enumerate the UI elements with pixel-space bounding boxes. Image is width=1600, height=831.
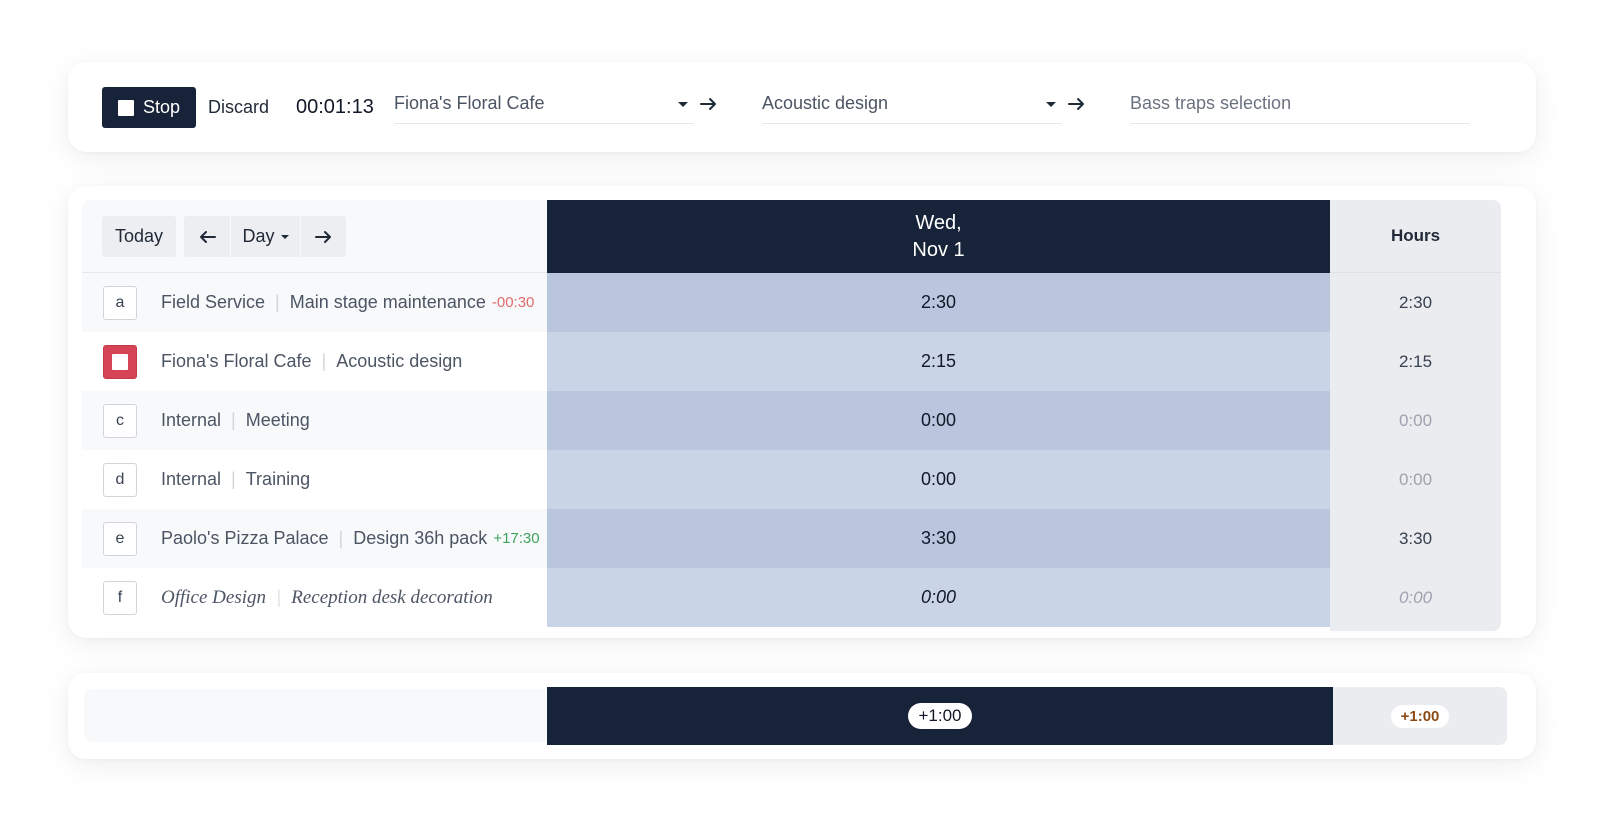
row-total: 0:00 (1398, 410, 1433, 430)
row-total: 0:00 (1398, 469, 1433, 489)
arrow-right-icon (1064, 86, 1090, 122)
elapsed-time: 00:01:13 (296, 96, 374, 118)
hours-column: Hours 2:30 2:15 0:00 0:00 3:30 0:00 (1330, 200, 1501, 631)
task-input[interactable]: Bass traps selection (1130, 84, 1470, 124)
today-button[interactable]: Today (102, 216, 176, 257)
day-header-weekday: Wed, (915, 211, 962, 234)
entry-project: Acoustic design (336, 351, 463, 371)
grand-total: +1:00 (1333, 687, 1507, 745)
hours-header: Hours (1330, 200, 1501, 273)
stop-timer-button[interactable] (103, 344, 137, 379)
entry-row: c Internal | Meeting (82, 391, 547, 450)
entry-client: Internal (161, 469, 222, 489)
day-total: +1:00 (547, 687, 1333, 745)
day-cell[interactable]: 0:00 (547, 450, 1330, 509)
day-cell[interactable]: 2:30 (547, 273, 1330, 332)
caret-down-icon (1046, 102, 1056, 107)
navigation-bar: Today Day (82, 200, 547, 273)
next-button[interactable] (301, 216, 346, 257)
entry-project: Meeting (245, 410, 310, 430)
divider: | (275, 292, 280, 312)
arrow-left-icon (200, 230, 216, 243)
entry-row: Fiona's Floral Cafe | Acoustic design (82, 332, 547, 391)
divider: | (338, 528, 344, 548)
start-timer-button[interactable]: a (103, 285, 137, 320)
row-total: 0:00 (1398, 587, 1433, 607)
view-select[interactable]: Day (231, 216, 300, 257)
entry-row: e Paolo's Pizza Palace | Design 36h pack… (82, 509, 547, 568)
client-select[interactable]: Fiona's Floral Cafe (394, 84, 694, 124)
day-cell[interactable]: 3:30 (547, 509, 1330, 568)
entry-project: Main stage maintenance (289, 292, 486, 312)
arrow-right-icon (696, 86, 722, 122)
entry-label: Field Service | Main stage maintenance -… (161, 292, 534, 313)
footer-spacer (84, 689, 547, 742)
entry-client: Paolo's Pizza Palace (161, 528, 329, 548)
day-cell[interactable]: 0:00 (547, 568, 1330, 627)
task-input-placeholder: Bass traps selection (1130, 93, 1292, 113)
project-select[interactable]: Acoustic design (762, 84, 1062, 124)
start-timer-button[interactable]: f (103, 580, 137, 615)
divider: | (321, 351, 327, 371)
entry-project: Design 36h pack (353, 528, 488, 548)
stop-icon (112, 353, 128, 370)
day-header: Wed, Nov 1 (547, 200, 1330, 273)
previous-button[interactable] (184, 216, 230, 257)
entry-label: Office Design | Reception desk decoratio… (161, 587, 493, 609)
view-select-label: Day (242, 226, 275, 246)
divider: | (276, 586, 282, 608)
stop-label: Stop (142, 97, 181, 117)
entry-label: Internal | Training (161, 469, 310, 490)
start-timer-button[interactable]: e (103, 521, 137, 556)
budget-badge: +17:30 (493, 530, 540, 547)
start-timer-button[interactable]: d (103, 462, 137, 497)
entry-row: f Office Design | Reception desk decorat… (82, 568, 547, 627)
row-total: 3:30 (1398, 528, 1433, 548)
stop-icon (117, 99, 134, 116)
row-total: 2:15 (1398, 351, 1433, 371)
day-cell[interactable]: 2:15 (547, 332, 1330, 391)
day-column: Wed, Nov 1 2:30 2:15 0:00 0:00 3:30 0:00 (547, 200, 1330, 631)
timer-bar: Stop Discard 00:01:13 Fiona's Floral Caf… (68, 62, 1536, 152)
arrow-right-icon (314, 230, 331, 243)
entries-column: Today Day a Field Service | Main stage m… (82, 200, 547, 631)
entry-label: Paolo's Pizza Palace | Design 36h pack +… (161, 528, 540, 549)
day-total-badge: +1:00 (908, 703, 972, 729)
divider: | (231, 469, 236, 489)
entry-project: Reception desk decoration (291, 586, 493, 608)
caret-down-icon (280, 234, 289, 239)
entry-client: Office Design (161, 586, 267, 608)
entry-client: Fiona's Floral Cafe (161, 351, 312, 371)
entry-client: Internal (161, 410, 222, 430)
stop-button[interactable]: Stop (102, 87, 196, 128)
day-header-date: Nov 1 (912, 238, 965, 261)
entry-client: Field Service (161, 292, 266, 312)
timesheet: Today Day a Field Service | Main stage m… (68, 186, 1536, 638)
start-timer-button[interactable]: c (103, 403, 137, 438)
grand-total-badge: +1:00 (1390, 704, 1450, 728)
divider: | (231, 410, 236, 430)
entry-label: Internal | Meeting (161, 410, 310, 431)
day-cell[interactable]: 0:00 (547, 391, 1330, 450)
caret-down-icon (678, 102, 688, 107)
entry-label: Fiona's Floral Cafe | Acoustic design (161, 351, 462, 372)
entry-project: Training (245, 469, 311, 489)
totals-footer: +1:00 +1:00 (68, 673, 1536, 759)
entry-row: d Internal | Training (82, 450, 547, 509)
discard-button[interactable]: Discard (208, 87, 269, 128)
client-select-value: Fiona's Floral Cafe (394, 93, 545, 113)
row-total: 2:30 (1398, 292, 1433, 312)
budget-badge: -00:30 (491, 294, 535, 311)
entry-row: a Field Service | Main stage maintenance… (82, 273, 547, 332)
project-select-value: Acoustic design (762, 93, 889, 113)
